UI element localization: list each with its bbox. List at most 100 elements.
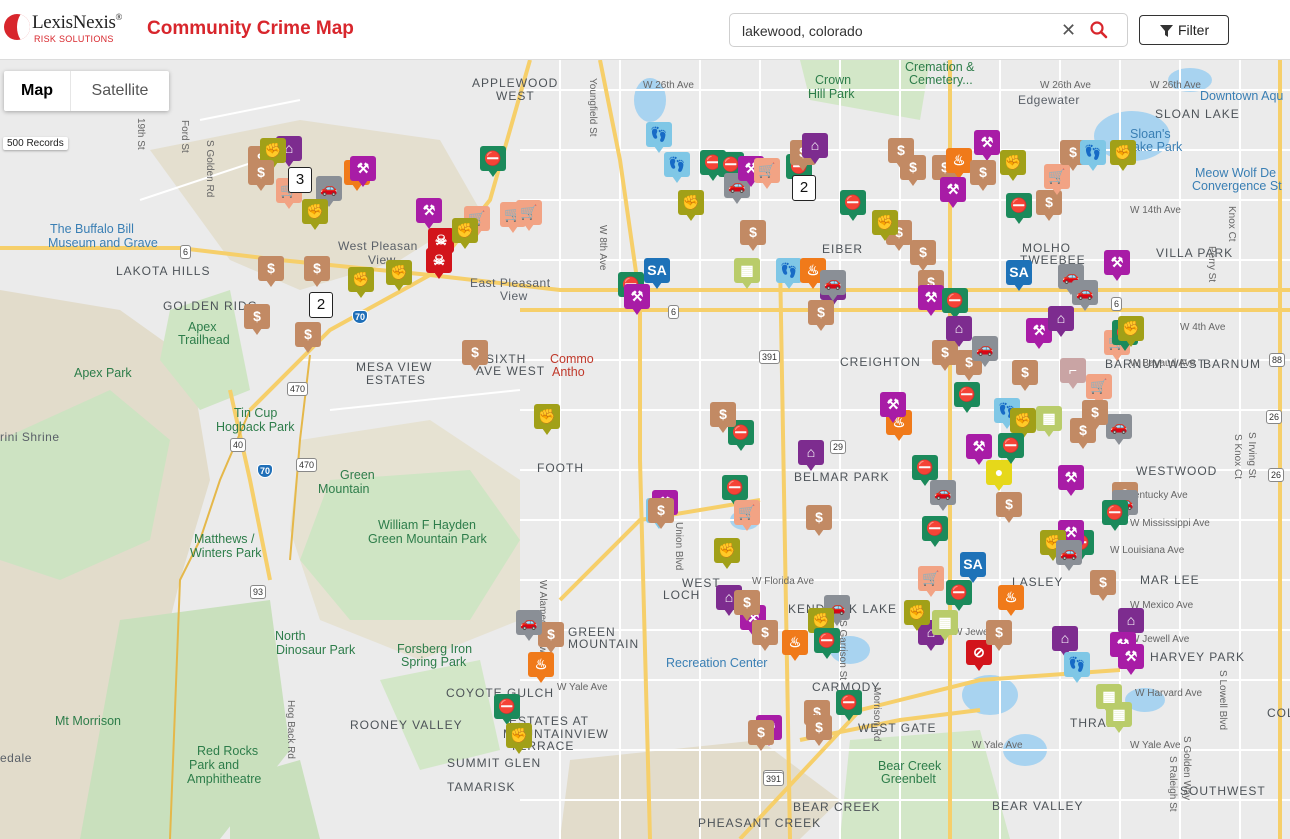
theft-marker[interactable]: $ <box>734 590 760 621</box>
assault-marker[interactable]: ✊ <box>386 260 412 291</box>
homicide-marker[interactable]: ☠ <box>426 248 452 279</box>
assault-marker[interactable]: ✊ <box>714 538 740 569</box>
drugs-marker[interactable]: ⛔ <box>912 455 938 486</box>
theft-marker[interactable]: $ <box>752 620 778 651</box>
filter-button[interactable]: Filter <box>1139 15 1229 45</box>
drugs-marker[interactable]: ⛔ <box>494 694 520 725</box>
theft-marker[interactable]: $ <box>648 498 674 529</box>
marker-cluster[interactable]: 2 <box>792 175 816 201</box>
theft-marker[interactable]: $ <box>900 155 926 186</box>
theft-marker[interactable]: $ <box>986 620 1012 651</box>
drugs-marker[interactable]: ⛔ <box>836 690 862 721</box>
vandalism-marker[interactable]: ⚒ <box>880 392 906 423</box>
drugs-marker[interactable]: ⛔ <box>1006 193 1032 224</box>
drugs-marker[interactable]: ⛔ <box>954 382 980 413</box>
theft-marker[interactable]: $ <box>996 492 1022 523</box>
vehicle-marker[interactable]: 🚗 <box>820 270 846 301</box>
crime-map[interactable]: Map Satellite 500 Records APPLEWOOD WEST C… <box>0 60 1290 839</box>
theft-marker[interactable]: $ <box>970 160 996 191</box>
shoplifting-marker[interactable]: 🛒 <box>734 500 760 531</box>
assault-marker[interactable]: ✊ <box>1110 140 1136 171</box>
theft-marker[interactable]: $ <box>748 720 774 751</box>
family-marker[interactable]: 👣 <box>646 122 672 153</box>
drugs-marker[interactable]: ⛔ <box>942 288 968 319</box>
sex-offense-marker[interactable]: SA <box>960 552 986 583</box>
theft-marker[interactable]: $ <box>710 402 736 433</box>
assault-marker[interactable]: ✊ <box>452 218 478 249</box>
vandalism-marker[interactable]: ⚒ <box>624 284 650 315</box>
vandalism-marker[interactable]: ⚒ <box>1058 465 1084 496</box>
marker-cluster[interactable]: 2 <box>309 292 333 318</box>
assault-marker[interactable]: ✊ <box>1118 316 1144 347</box>
assault-marker[interactable]: ✊ <box>534 404 560 435</box>
theft-marker[interactable]: $ <box>910 240 936 271</box>
property-marker[interactable]: ▦ <box>932 610 958 641</box>
drugs-marker[interactable]: ⛔ <box>998 433 1024 464</box>
property-marker[interactable]: ▦ <box>1096 684 1122 715</box>
shoplifting-marker[interactable]: 🛒 <box>516 200 542 231</box>
drugs-marker[interactable]: ⛔ <box>814 628 840 659</box>
theft-marker[interactable]: $ <box>295 322 321 353</box>
vandalism-marker[interactable]: ⚒ <box>1118 644 1144 675</box>
vehicle-marker[interactable]: 🚗 <box>972 336 998 367</box>
assault-marker[interactable]: ✊ <box>904 600 930 631</box>
vandalism-marker[interactable]: ⚒ <box>350 156 376 187</box>
burglary-marker[interactable]: ⌂ <box>1048 306 1074 337</box>
family-marker[interactable]: 👣 <box>1064 652 1090 683</box>
family-marker[interactable]: 👣 <box>1080 140 1106 171</box>
theft-marker[interactable]: $ <box>304 256 330 287</box>
lexisnexis-logo[interactable]: LexisNexis® RISK SOLUTIONS <box>4 12 129 48</box>
search-input[interactable] <box>740 20 1054 42</box>
vandalism-marker[interactable]: ⚒ <box>966 434 992 465</box>
theft-marker[interactable]: $ <box>258 256 284 287</box>
shoplifting-marker[interactable]: 🛒 <box>754 158 780 189</box>
search-icon[interactable] <box>1089 20 1109 40</box>
theft-marker[interactable]: $ <box>740 220 766 251</box>
theft-marker[interactable]: $ <box>1090 570 1116 601</box>
vehicle-marker[interactable]: 🚗 <box>1056 540 1082 571</box>
theft-marker[interactable]: $ <box>462 340 488 371</box>
assault-marker[interactable]: ✊ <box>872 210 898 241</box>
assault-marker[interactable]: ✊ <box>506 723 532 754</box>
satellite-view-button[interactable]: Satellite <box>71 71 169 111</box>
vehicle-marker[interactable]: 🚗 <box>516 610 542 641</box>
assault-marker[interactable]: ✊ <box>302 199 328 230</box>
vehicle-marker[interactable]: 🚗 <box>1106 414 1132 445</box>
family-marker[interactable]: 👣 <box>776 258 802 289</box>
drugs-marker[interactable]: ⛔ <box>946 580 972 611</box>
burglary-marker[interactable]: ⌂ <box>798 440 824 471</box>
theft-marker[interactable]: $ <box>248 160 274 191</box>
theft-marker[interactable]: $ <box>808 300 834 331</box>
burglary-marker[interactable]: ⌂ <box>946 316 972 347</box>
vandalism-marker[interactable]: ⚒ <box>940 177 966 208</box>
drugs-marker[interactable]: ⛔ <box>1102 500 1128 531</box>
property-marker[interactable]: ▦ <box>1036 406 1062 437</box>
assault-marker[interactable]: ✊ <box>1000 150 1026 181</box>
theft-marker[interactable]: $ <box>806 715 832 746</box>
vandalism-marker[interactable]: ⚒ <box>918 285 944 316</box>
theft-marker[interactable]: $ <box>244 304 270 335</box>
burglary-marker[interactable]: ⌂ <box>802 133 828 164</box>
shoplifting-marker[interactable]: 🛒 <box>918 566 944 597</box>
arson-marker[interactable]: ♨ <box>782 630 808 661</box>
arson-marker[interactable]: ♨ <box>998 585 1024 616</box>
sex-offense-marker[interactable]: SA <box>1006 260 1032 291</box>
family-marker[interactable]: 👣 <box>664 152 690 183</box>
clear-search-icon[interactable]: ✕ <box>1061 20 1076 41</box>
arson-marker[interactable]: ♨ <box>528 652 554 683</box>
vandalism-marker[interactable]: ⚒ <box>974 130 1000 161</box>
marker-cluster[interactable]: 3 <box>288 167 312 193</box>
theft-marker[interactable]: $ <box>806 505 832 536</box>
arson-marker[interactable]: ♨ <box>946 148 972 179</box>
property-marker[interactable]: ▦ <box>734 258 760 289</box>
weapon-marker[interactable]: ⌐ <box>1060 358 1086 389</box>
theft-marker[interactable]: $ <box>1070 418 1096 449</box>
map-view-button[interactable]: Map <box>4 71 71 111</box>
drugs-marker[interactable]: ⛔ <box>840 190 866 221</box>
theft-marker[interactable]: $ <box>1012 360 1038 391</box>
drugs-marker[interactable]: ⛔ <box>922 516 948 547</box>
vandalism-marker[interactable]: ⚒ <box>1104 250 1130 281</box>
assault-marker[interactable]: ✊ <box>678 190 704 221</box>
drugs-marker[interactable]: ⛔ <box>480 146 506 177</box>
vehicle-marker[interactable]: 🚗 <box>1072 280 1098 311</box>
